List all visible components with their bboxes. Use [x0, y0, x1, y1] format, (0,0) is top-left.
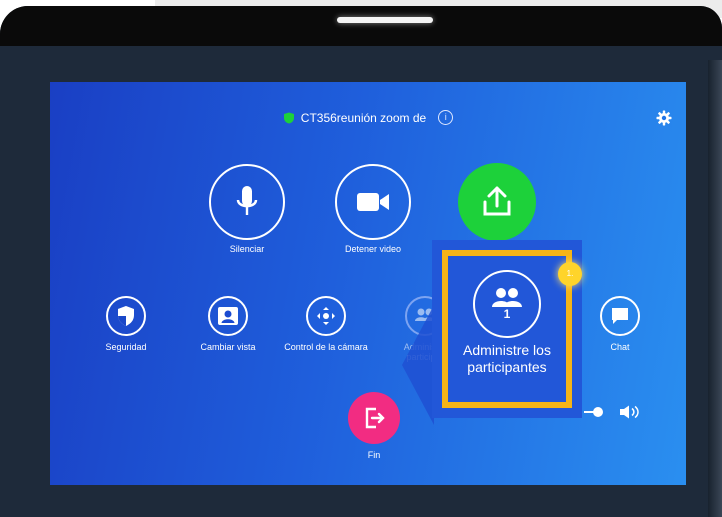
end-circle[interactable]: [348, 392, 400, 444]
camera-control-label: Control de la cámara: [284, 342, 368, 352]
security-button[interactable]: Seguridad: [76, 296, 176, 352]
security-circle[interactable]: [106, 296, 146, 336]
step-badge: 1.: [558, 262, 582, 286]
chat-button[interactable]: Chat: [570, 296, 670, 352]
exit-icon: [365, 407, 385, 429]
end-label: Fin: [367, 450, 381, 460]
volume-knob[interactable]: [593, 407, 603, 417]
microphone-icon: [236, 186, 258, 215]
camera-control-icon: [317, 307, 335, 325]
video-camera-icon: [357, 193, 389, 211]
change-view-label: Cambiar vista: [200, 342, 256, 352]
security-shield-icon: [118, 306, 134, 326]
stop-video-button[interactable]: Detener video: [328, 164, 418, 254]
share-circle[interactable]: [458, 163, 536, 241]
stop-video-circle[interactable]: [335, 164, 411, 240]
mute-button[interactable]: Silenciar: [202, 164, 292, 254]
shield-icon: [283, 112, 294, 123]
device-notch: [337, 17, 433, 23]
tablet-side: [708, 60, 722, 517]
participant-count: 1: [503, 307, 511, 321]
camera-control-circle[interactable]: [306, 296, 346, 336]
speaker-icon[interactable]: [620, 405, 639, 419]
participants-icon: [492, 288, 522, 307]
tablet-top-bezel: [0, 6, 722, 46]
zoom-controller-screen: CT356reunión zoom de i Silenciar Detener…: [50, 82, 686, 485]
change-view-button[interactable]: Cambiar vista: [178, 296, 278, 352]
chat-circle[interactable]: [600, 296, 640, 336]
manage-participants-callout[interactable]: 1 Administre los participantes: [442, 250, 572, 408]
change-view-icon: [218, 307, 238, 325]
chat-icon: [612, 308, 628, 324]
volume-slider[interactable]: [584, 405, 644, 419]
gear-icon[interactable]: [656, 110, 672, 126]
callout-wedge: [402, 305, 434, 425]
mute-circle[interactable]: [209, 164, 285, 240]
callout-participants-circle[interactable]: 1: [473, 270, 541, 338]
mute-label: Silenciar: [229, 244, 265, 254]
change-view-circle[interactable]: [208, 296, 248, 336]
chat-label: Chat: [610, 342, 630, 352]
callout-label-line2: participantes: [467, 359, 547, 375]
share-screen-icon: [483, 186, 511, 216]
callout-label-line1: Administre los: [463, 342, 551, 358]
meeting-title: CT356reunión zoom de: [300, 110, 427, 125]
stop-video-label: Detener video: [344, 244, 402, 254]
security-label: Seguridad: [105, 342, 147, 352]
share-button[interactable]: [458, 163, 542, 241]
meeting-header: CT356reunión zoom de i: [50, 110, 686, 125]
info-icon[interactable]: i: [438, 110, 454, 125]
camera-control-button[interactable]: Control de la cámara: [276, 296, 376, 352]
